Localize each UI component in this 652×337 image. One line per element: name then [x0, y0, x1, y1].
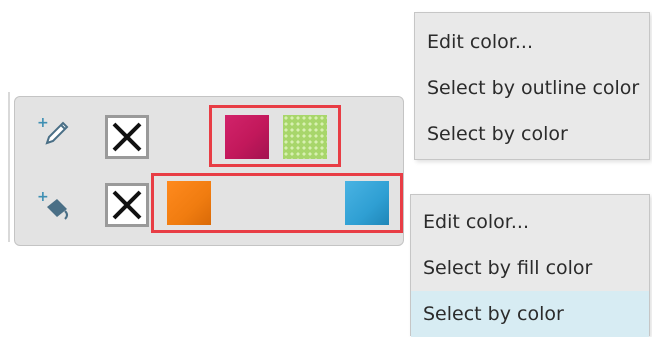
menu-item-select-by-outline-color[interactable]: Select by outline color [415, 65, 649, 111]
pen-icon[interactable]: + [33, 113, 73, 149]
divider [8, 92, 10, 242]
svg-text:+: + [37, 189, 49, 205]
fill-orange-swatch[interactable] [167, 181, 211, 225]
outline-color-row: + [15, 105, 403, 167]
outline-light-green-swatch[interactable] [283, 115, 327, 159]
paint-bucket-icon[interactable]: + [33, 187, 73, 223]
color-palette-panel: + + [14, 96, 404, 246]
fill-color-row: + [15, 173, 403, 239]
outline-crimson-swatch[interactable] [225, 115, 269, 159]
menu-item-select-by-fill-color[interactable]: Select by fill color [411, 245, 649, 291]
no-fill-swatch[interactable] [105, 183, 149, 227]
menu-item-edit-color[interactable]: Edit color... [415, 19, 649, 65]
menu-item-select-by-color[interactable]: Select by color [415, 111, 649, 157]
no-outline-swatch[interactable] [105, 115, 149, 159]
menu-item-select-by-color[interactable]: Select by color [411, 291, 649, 337]
outline-color-context-menu: Edit color... Select by outline color Se… [414, 12, 650, 160]
menu-item-edit-color[interactable]: Edit color... [411, 199, 649, 245]
close-icon [112, 122, 142, 152]
fill-color-context-menu: Edit color... Select by fill color Selec… [410, 194, 650, 337]
close-icon [112, 190, 142, 220]
svg-text:+: + [37, 115, 49, 131]
fill-sky-blue-swatch[interactable] [345, 181, 389, 225]
